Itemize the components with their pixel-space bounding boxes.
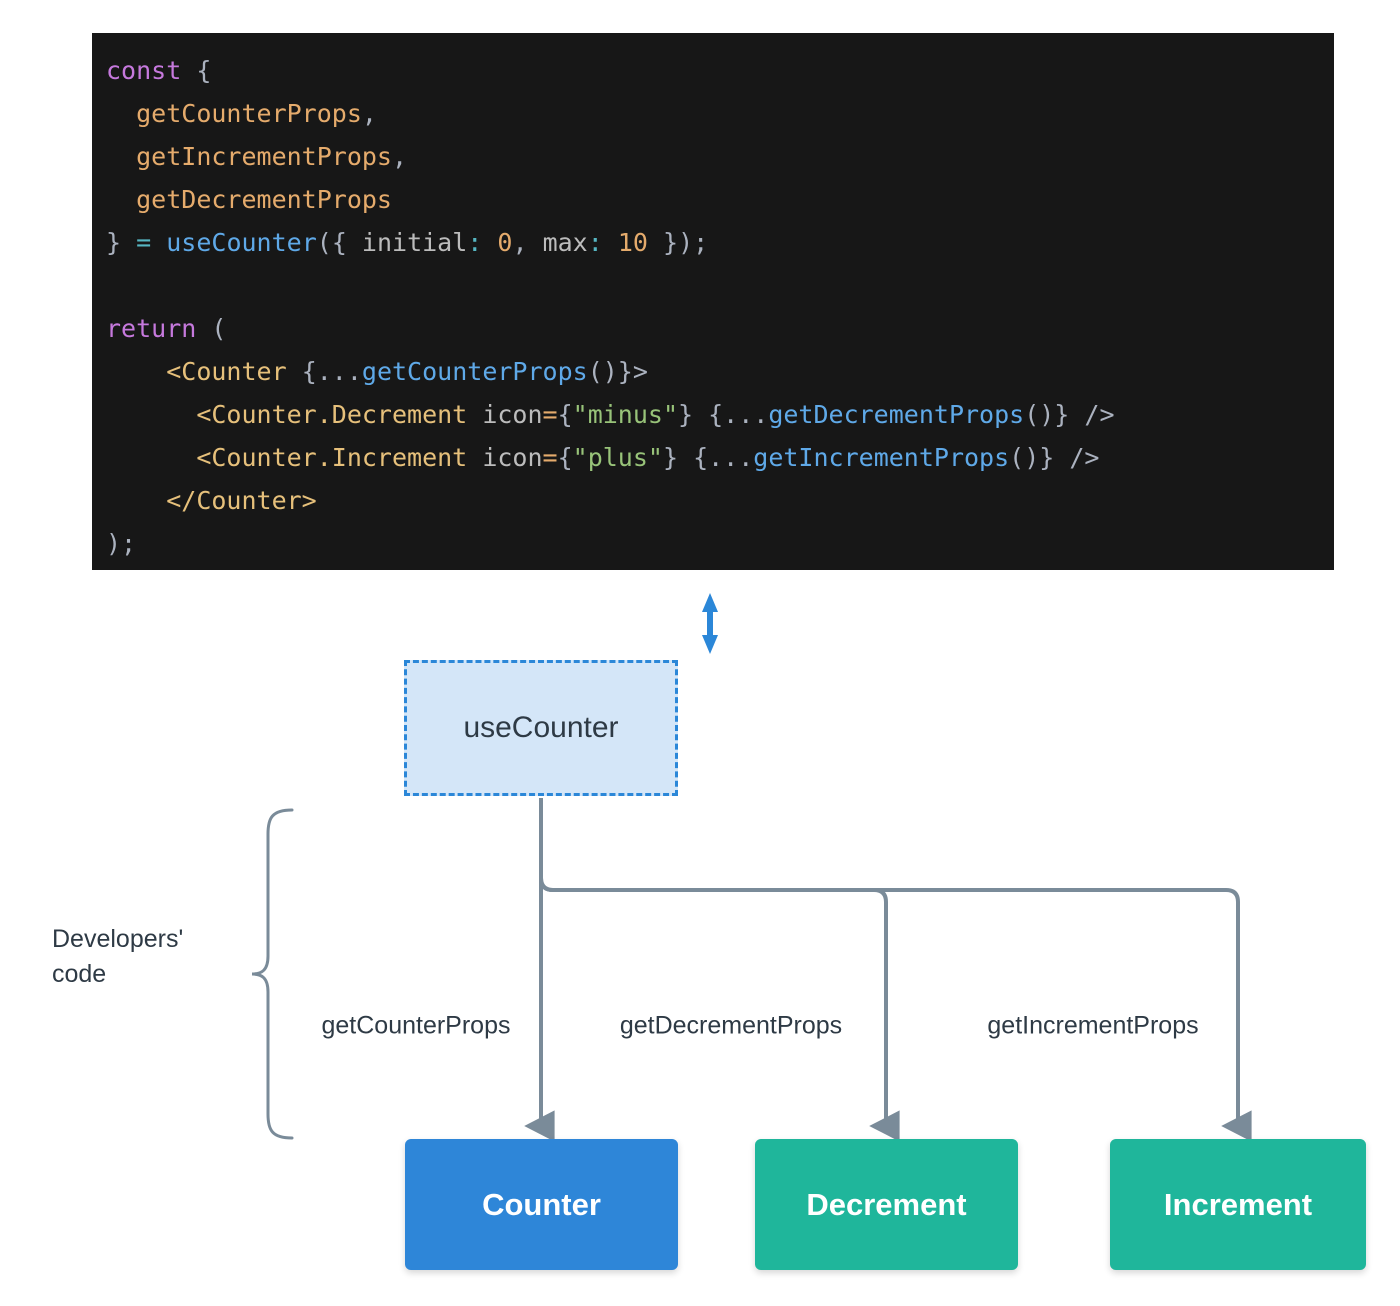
component-box-counter-label: Counter [482, 1186, 601, 1222]
edge-get-increment-props [539, 798, 1252, 1142]
code-line: getCounterProps, [136, 99, 377, 128]
edge-label-get-increment-props: getIncrementProps [987, 1011, 1199, 1040]
code-line: ); [106, 529, 137, 558]
developers-code-label: Developers' code [52, 922, 252, 992]
hook-box-usecounter[interactable]: useCounter [404, 660, 678, 796]
component-box-decrement-label: Decrement [806, 1186, 967, 1222]
code-line: <Counter.Decrement icon={"minus"} {...ge… [196, 400, 1115, 429]
code-block: const { getCounterProps, getIncrementPro… [92, 33, 1334, 570]
code-line: return ( [106, 314, 227, 343]
code-line: } = useCounter({ initial: 0, max: 10 }); [106, 228, 709, 257]
component-box-decrement[interactable]: Decrement [755, 1139, 1018, 1270]
code-line: <Counter.Increment icon={"plus"} {...get… [196, 443, 1100, 472]
code-line: getIncrementProps, [136, 142, 408, 171]
edge-label-get-decrement-props: getDecrementProps [619, 1011, 843, 1040]
component-box-increment[interactable]: Increment [1110, 1139, 1366, 1270]
code-line: getDecrementProps [136, 185, 392, 214]
edge-get-decrement-props [539, 798, 900, 1142]
edge-label-get-counter-props: getCounterProps [321, 1011, 511, 1040]
code-line: </Counter> [166, 486, 317, 515]
hook-box-label: useCounter [463, 711, 619, 744]
link-arrow [702, 593, 718, 654]
component-box-counter[interactable]: Counter [405, 1139, 678, 1270]
component-box-increment-label: Increment [1163, 1186, 1313, 1222]
developers-code-label-line2: code [52, 960, 107, 988]
code-line: <Counter {...getCounterProps()}> [166, 357, 648, 386]
developers-code-label-line1: Developers' [52, 925, 184, 953]
developers-code-brace [251, 808, 294, 1140]
code-line: const { [106, 56, 212, 85]
